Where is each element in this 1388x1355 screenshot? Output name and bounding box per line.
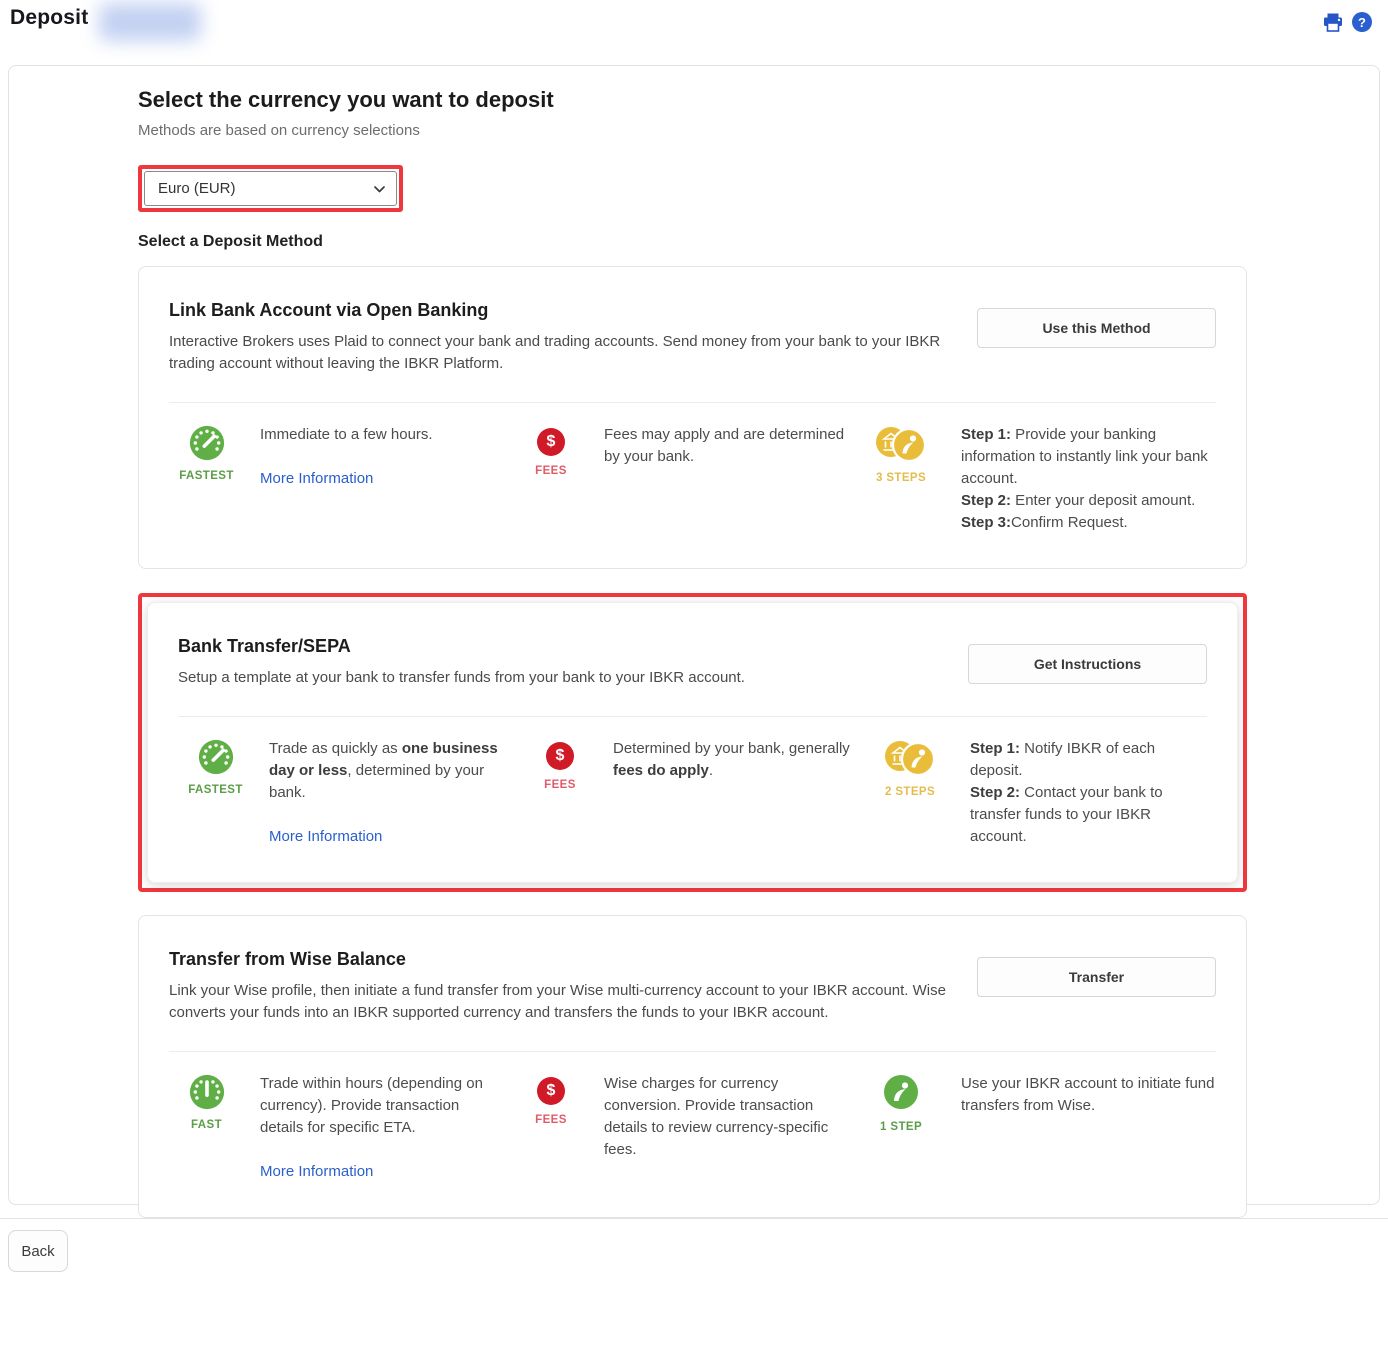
method-title: Transfer from Wise Balance bbox=[169, 949, 947, 970]
steps-label: 3 STEPS bbox=[876, 472, 926, 484]
back-button[interactable]: Back bbox=[8, 1230, 68, 1272]
speed-text: Immediate to a few hours. bbox=[260, 424, 495, 446]
get-instructions-button[interactable]: Get Instructions bbox=[968, 644, 1207, 684]
method-description: Setup a template at your bank to transfe… bbox=[178, 667, 938, 689]
currency-select-value: Euro (EUR) bbox=[158, 180, 236, 197]
method-section-heading: Select a Deposit Method bbox=[138, 233, 1247, 251]
divider bbox=[169, 1051, 1216, 1052]
method-card-wise: Transfer from Wise Balance Link your Wis… bbox=[138, 915, 1247, 1218]
bank-transfer-highlight: Bank Transfer/SEPA Setup a template at y… bbox=[138, 593, 1247, 892]
help-icon[interactable]: ? bbox=[1352, 12, 1372, 32]
speedometer-fastest-icon bbox=[198, 739, 234, 775]
speedometer-fast-icon bbox=[189, 1074, 225, 1110]
currency-select[interactable]: Euro (EUR) bbox=[144, 171, 397, 206]
use-this-method-button[interactable]: Use this Method bbox=[977, 308, 1216, 348]
more-information-link[interactable]: More Information bbox=[260, 468, 373, 490]
more-information-link[interactable]: More Information bbox=[269, 826, 382, 848]
page-title: Deposit bbox=[10, 6, 88, 30]
ibkr-step-icon bbox=[882, 1074, 920, 1112]
method-description: Link your Wise profile, then initiate a … bbox=[169, 980, 947, 1024]
bank-steps-icon bbox=[884, 739, 936, 777]
method-card-open-banking: Link Bank Account via Open Banking Inter… bbox=[138, 266, 1247, 569]
chevron-down-icon bbox=[374, 186, 385, 193]
steps-label: 2 STEPS bbox=[885, 786, 935, 798]
fees-label: FEES bbox=[544, 779, 576, 791]
printer-icon[interactable] bbox=[1323, 13, 1343, 32]
steps-label: 1 STEP bbox=[880, 1121, 922, 1133]
more-information-link[interactable]: More Information bbox=[260, 1161, 373, 1183]
speed-text: Trade as quickly as one business day or … bbox=[269, 738, 504, 804]
currency-subheading: Methods are based on currency selections bbox=[138, 122, 1247, 139]
method-card-bank-transfer-sepa: Bank Transfer/SEPA Setup a template at y… bbox=[147, 602, 1238, 883]
speed-text: Trade within hours (depending on currenc… bbox=[260, 1073, 495, 1139]
speedometer-fastest-icon bbox=[189, 425, 225, 461]
currency-heading: Select the currency you want to deposit bbox=[138, 87, 1247, 113]
dollar-fees-icon: $ bbox=[537, 428, 565, 456]
fees-text: Fees may apply and are determined by you… bbox=[604, 424, 854, 468]
steps-text: Use your IBKR account to initiate fund t… bbox=[948, 1071, 1216, 1183]
fees-label: FEES bbox=[535, 1114, 567, 1126]
steps-text: Step 1: Notify IBKR of each deposit. Ste… bbox=[957, 736, 1207, 848]
footer-divider bbox=[0, 1218, 1388, 1219]
transfer-button[interactable]: Transfer bbox=[977, 957, 1216, 997]
fees-label: FEES bbox=[535, 465, 567, 477]
method-title: Link Bank Account via Open Banking bbox=[169, 300, 947, 321]
dollar-fees-icon: $ bbox=[537, 1077, 565, 1105]
divider bbox=[169, 402, 1216, 403]
bank-steps-icon bbox=[875, 425, 927, 463]
speed-label: FASTEST bbox=[179, 470, 234, 482]
redacted-account-badge bbox=[99, 3, 201, 41]
method-description: Interactive Brokers uses Plaid to connec… bbox=[169, 331, 947, 375]
currency-select-highlight: Euro (EUR) bbox=[138, 165, 403, 212]
speed-label: FASTEST bbox=[188, 784, 243, 796]
divider bbox=[178, 716, 1207, 717]
speed-label: FAST bbox=[191, 1119, 222, 1131]
top-bar: Deposit ? bbox=[0, 0, 1388, 48]
fees-text: Wise charges for currency conversion. Pr… bbox=[604, 1073, 854, 1161]
fees-text: Determined by your bank, generally fees … bbox=[613, 738, 863, 782]
steps-text: Step 1: Provide your banking information… bbox=[948, 422, 1216, 534]
method-title: Bank Transfer/SEPA bbox=[178, 636, 938, 657]
deposit-panel: Select the currency you want to deposit … bbox=[8, 65, 1380, 1205]
dollar-fees-icon: $ bbox=[546, 742, 574, 770]
